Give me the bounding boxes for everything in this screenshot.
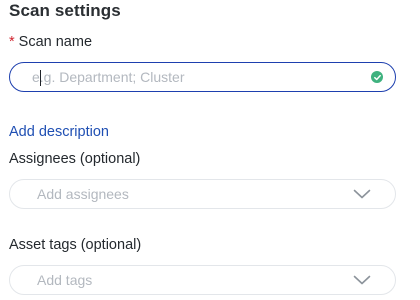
assignees-select[interactable]: Add assignees (9, 179, 396, 209)
scan-name-placeholder: e.g. Department; Cluster (32, 69, 185, 85)
add-description-link[interactable]: Add description (9, 124, 109, 140)
scan-name-input[interactable]: e.g. Department; Cluster (9, 62, 396, 92)
check-circle-icon (371, 71, 383, 83)
chevron-down-icon[interactable] (353, 275, 371, 285)
section-title: Scan settings (9, 1, 121, 20)
asset-tags-placeholder: Add tags (37, 272, 93, 288)
scan-name-label-text: Scan name (18, 34, 93, 50)
assignees-label: Assignees (optional) (9, 151, 141, 167)
asset-tags-select[interactable]: Add tags (9, 265, 396, 295)
scan-settings-panel: Scan settings * Scan name e.g. Department… (0, 0, 420, 300)
scan-name-label: * Scan name (9, 34, 92, 50)
asset-tags-label: Asset tags (optional) (9, 237, 142, 253)
text-caret (40, 70, 41, 86)
assignees-placeholder: Add assignees (37, 186, 129, 202)
chevron-down-icon[interactable] (353, 189, 371, 199)
required-marker: * (9, 34, 15, 50)
